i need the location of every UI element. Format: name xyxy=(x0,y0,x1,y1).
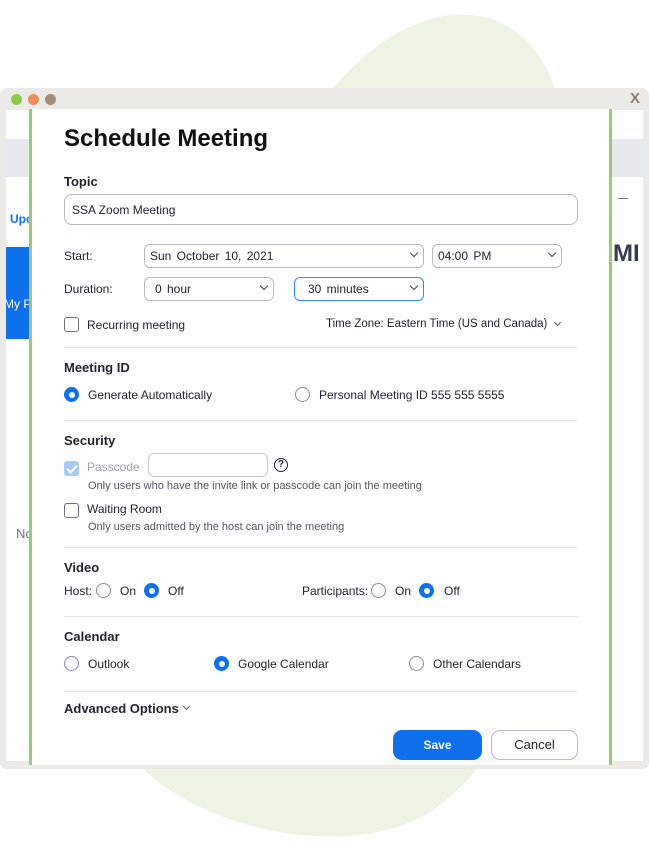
chevron-down-icon xyxy=(409,248,419,258)
topic-label: Topic xyxy=(64,174,98,189)
background-heading-fragment: MI xyxy=(613,240,640,267)
outlook-radio[interactable] xyxy=(64,656,79,671)
topic-input[interactable]: SSA Zoom Meeting xyxy=(64,194,578,225)
dialog-title: Schedule Meeting xyxy=(64,125,269,152)
google-calendar-label: Google Calendar xyxy=(238,657,329,671)
duration-minutes-select[interactable]: 30 minutes xyxy=(294,277,424,301)
waiting-room-checkbox[interactable] xyxy=(64,503,79,518)
start-label: Start: xyxy=(64,249,93,263)
passcode-hint: Only users who have the invite link or p… xyxy=(88,480,422,492)
timezone-select[interactable]: Time Zone: Eastern Time (US and Canada) xyxy=(326,318,547,330)
generate-automatically-label: Generate Automatically xyxy=(88,388,213,402)
participants-video-off-radio[interactable] xyxy=(419,583,434,598)
waiting-room-hint: Only users admitted by the host can join… xyxy=(88,521,345,533)
start-time-select[interactable]: 04:00 PM xyxy=(432,244,562,268)
duration-minutes-value: 30 minutes xyxy=(308,282,369,296)
divider xyxy=(64,547,578,548)
security-label: Security xyxy=(64,433,116,448)
divider xyxy=(64,691,578,692)
host-video-off-label: Off xyxy=(168,584,184,598)
divider xyxy=(64,347,578,348)
help-icon[interactable]: ? xyxy=(274,458,288,472)
background-minimize-icon xyxy=(618,198,628,199)
chevron-down-icon xyxy=(553,318,562,327)
google-calendar-radio[interactable] xyxy=(214,656,229,671)
close-dot[interactable] xyxy=(45,94,56,105)
maximize-dot[interactable] xyxy=(28,94,39,105)
passcode-label: Passcode xyxy=(87,460,140,474)
generate-automatically-radio[interactable] xyxy=(64,387,79,402)
outlook-label: Outlook xyxy=(88,657,130,671)
topic-value: SSA Zoom Meeting xyxy=(72,203,176,217)
host-video-on-radio[interactable] xyxy=(96,583,111,598)
divider xyxy=(64,616,578,617)
chevron-down-icon xyxy=(259,281,269,291)
save-button[interactable]: Save xyxy=(393,730,482,760)
participants-video-on-label: On xyxy=(395,584,412,598)
chevron-down-icon xyxy=(182,702,191,711)
video-label: Video xyxy=(64,560,100,575)
duration-label: Duration: xyxy=(64,282,113,296)
other-calendars-label: Other Calendars xyxy=(433,657,522,671)
participants-video-on-radio[interactable] xyxy=(371,583,386,598)
personal-meeting-id-label: Personal Meeting ID 555 555 5555 xyxy=(319,388,505,402)
passcode-checkbox[interactable] xyxy=(64,461,79,476)
divider xyxy=(64,420,578,421)
host-video-label: Host: xyxy=(64,584,93,598)
participants-video-label: Participants: xyxy=(302,584,369,598)
participants-video-off-label: Off xyxy=(444,584,460,598)
meeting-id-label: Meeting ID xyxy=(64,360,130,375)
schedule-meeting-dialog: Schedule Meeting Topic SSA Zoom Meeting … xyxy=(29,109,612,765)
calendar-label: Calendar xyxy=(64,629,120,644)
cancel-button[interactable]: Cancel xyxy=(491,730,578,760)
waiting-room-label: Waiting Room xyxy=(87,502,162,516)
host-video-off-radio[interactable] xyxy=(144,583,159,598)
recurring-label: Recurring meeting xyxy=(87,318,186,332)
advanced-options-toggle[interactable]: Advanced Options xyxy=(64,701,179,716)
background-blue-item xyxy=(6,247,30,339)
close-icon[interactable]: X xyxy=(630,90,640,107)
duration-hours-select[interactable]: 0 hour xyxy=(144,277,274,301)
minimize-dot[interactable] xyxy=(11,94,22,105)
start-time-value: 04:00 PM xyxy=(438,249,492,263)
passcode-input[interactable] xyxy=(148,453,268,477)
title-bar: X xyxy=(0,88,649,110)
chevron-down-icon xyxy=(409,281,419,291)
personal-meeting-id-radio[interactable] xyxy=(295,387,310,402)
recurring-checkbox[interactable] xyxy=(64,317,79,332)
chevron-down-icon xyxy=(547,248,557,258)
other-calendars-radio[interactable] xyxy=(409,656,424,671)
host-video-on-label: On xyxy=(120,584,137,598)
start-date-select[interactable]: Sun October 10, 2021 xyxy=(144,244,424,268)
start-date-value: Sun October 10, 2021 xyxy=(150,249,274,263)
duration-hours-value: 0 hour xyxy=(155,282,192,296)
